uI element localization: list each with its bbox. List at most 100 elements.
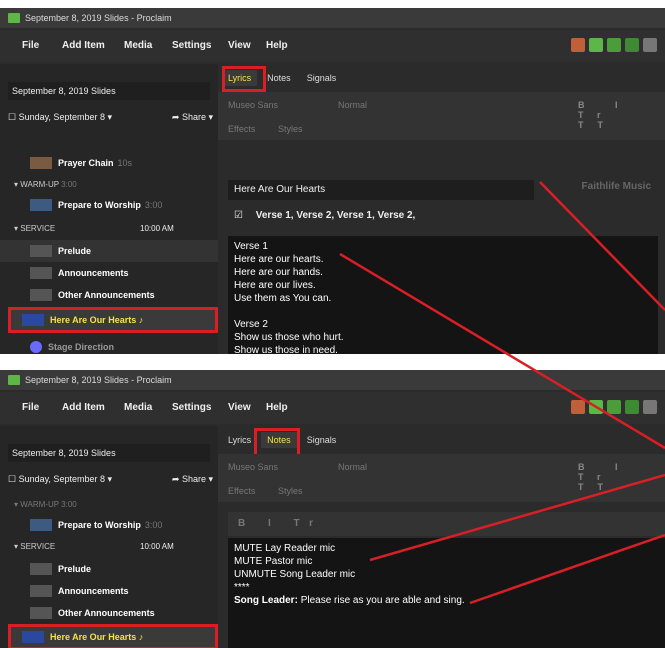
date-row: ☐ Sunday, September 8 ▾ ➦ Share ▾	[8, 474, 213, 485]
tab-notes[interactable]: Notes	[261, 70, 297, 86]
avatar[interactable]	[607, 38, 621, 52]
presentation-title[interactable]: September 8, 2019 Slides	[8, 444, 210, 462]
notes-screenshot: September 8, 2019 Slides - Proclaim File…	[0, 370, 665, 648]
menu-add-item[interactable]: Add Item	[62, 402, 105, 413]
presentation-title[interactable]: September 8, 2019 Slides	[8, 82, 210, 100]
user-avatars	[571, 38, 657, 52]
notes-format-bar[interactable]: B I Tr	[228, 512, 665, 536]
menu-help[interactable]: Help	[266, 40, 288, 51]
weight-select[interactable]: Normal	[338, 100, 367, 110]
menu-media[interactable]: Media	[124, 40, 152, 51]
item-thumbnail	[30, 267, 52, 279]
section-service[interactable]: ▾ SERVICE 10:00 AM	[0, 218, 218, 238]
note-line: Song Leader: Please rise as you are able…	[234, 594, 664, 607]
item-thumbnail	[22, 314, 44, 326]
menu-view[interactable]: View	[228, 40, 251, 51]
font-select[interactable]: Museo Sans	[228, 462, 278, 472]
lyrics-screenshot: September 8, 2019 Slides - Proclaim File…	[0, 8, 665, 354]
title-bar: September 8, 2019 Slides - Proclaim	[0, 370, 665, 390]
styles-dropdown[interactable]: Styles	[278, 486, 303, 496]
item-thumbnail	[30, 585, 52, 597]
menu-view[interactable]: View	[228, 402, 251, 413]
date-dropdown[interactable]: ☐ Sunday, September 8 ▾	[8, 474, 112, 485]
weight-select[interactable]: Normal	[338, 462, 367, 472]
avatar[interactable]	[643, 400, 657, 414]
song-leader-text: Please rise as you are able and sing.	[300, 595, 465, 606]
avatar[interactable]	[643, 38, 657, 52]
item-stage-direction[interactable]: Stage Direction	[0, 336, 218, 354]
lyric-line: Here are our hearts.	[234, 254, 324, 265]
lyrics-editor[interactable]: Verse 1 Here are our hearts. Here are ou…	[228, 236, 658, 354]
item-here-are-our-hearts[interactable]: Here Are Our Hearts ♪	[8, 307, 218, 333]
verse-order-checkbox[interactable]: ☑	[234, 210, 243, 221]
notes-editor[interactable]: MUTE Lay Reader mic MUTE Pastor mic UNMU…	[228, 538, 665, 648]
service-sidebar: September 8, 2019 Slides ☐ Sunday, Septe…	[0, 64, 218, 354]
tab-signals[interactable]: Signals	[301, 432, 343, 448]
stage-direction-icon	[30, 341, 42, 353]
faithlife-music-logo: Faithlife Music	[581, 181, 651, 192]
avatar[interactable]	[589, 400, 603, 414]
menu-settings[interactable]: Settings	[172, 40, 211, 51]
menu-help[interactable]: Help	[266, 402, 288, 413]
avatar[interactable]	[607, 400, 621, 414]
highlight-box	[222, 66, 266, 92]
menu-media[interactable]: Media	[124, 402, 152, 413]
avatar[interactable]	[625, 38, 639, 52]
item-thumbnail	[30, 519, 52, 531]
lyric-line: Show us those who hurt.	[234, 332, 344, 343]
verse-order-row: ☑ Verse 1, Verse 2, Verse 1, Verse 2,	[228, 206, 644, 226]
tab-lyrics[interactable]: Lyrics	[222, 432, 257, 448]
tab-signals[interactable]: Signals	[301, 70, 343, 86]
menu-settings[interactable]: Settings	[172, 402, 211, 413]
lyric-line: Use them as You can.	[234, 293, 332, 304]
section-service[interactable]: ▾ SERVICE 10:00 AM	[0, 536, 218, 556]
section-warmup[interactable]: ▾ WARM-UP 3:00	[0, 494, 218, 514]
section-warmup[interactable]: ▾ WARM-UP 3:00	[0, 174, 218, 194]
menu-bar: File Add Item Media Settings View Help	[0, 30, 665, 62]
lyric-line: Show us those in need.	[234, 345, 338, 354]
title-bar: September 8, 2019 Slides - Proclaim	[0, 8, 665, 28]
item-prepare-to-worship[interactable]: Prepare to Worship 3:00	[0, 514, 218, 536]
song-title-field[interactable]: Here Are Our Hearts	[228, 180, 534, 200]
effects-dropdown[interactable]: Effects	[228, 486, 255, 496]
avatar[interactable]	[571, 400, 585, 414]
item-announcements[interactable]: Announcements	[0, 580, 218, 602]
item-other-announcements[interactable]: Other Announcements	[0, 284, 218, 306]
user-avatars	[571, 400, 657, 414]
item-prelude[interactable]: Prelude	[0, 558, 218, 580]
avatar[interactable]	[625, 400, 639, 414]
menu-file[interactable]: File	[22, 40, 39, 51]
share-button[interactable]: ➦ Share ▾	[172, 112, 213, 123]
verse-order-field[interactable]: Verse 1, Verse 2, Verse 1, Verse 2,	[256, 210, 416, 221]
item-thumbnail	[30, 563, 52, 575]
avatar[interactable]	[589, 38, 603, 52]
date-dropdown[interactable]: ☐ Sunday, September 8 ▾	[8, 112, 112, 123]
item-here-are-our-hearts[interactable]: Here Are Our Hearts ♪	[8, 624, 218, 648]
format-buttons[interactable]: B I Tr TT	[578, 100, 665, 130]
menu-add-item[interactable]: Add Item	[62, 40, 105, 51]
proclaim-icon	[8, 375, 20, 385]
format-toolbar: Museo Sans Normal B I Tr TT Effects Styl…	[218, 454, 665, 502]
item-thumbnail	[30, 157, 52, 169]
song-leader-label: Song Leader:	[234, 595, 298, 606]
effects-dropdown[interactable]: Effects	[228, 124, 255, 134]
menu-file[interactable]: File	[22, 402, 39, 413]
lyric-line: Verse 2	[234, 319, 268, 330]
item-prayer-chain[interactable]: Prayer Chain 10s	[0, 152, 218, 174]
item-prelude[interactable]: Prelude	[0, 240, 218, 262]
note-line: UNMUTE Song Leader mic	[234, 569, 356, 580]
font-select[interactable]: Museo Sans	[228, 100, 278, 110]
lyric-line: Here are our lives.	[234, 280, 316, 291]
date-row: ☐ Sunday, September 8 ▾ ➦ Share ▾	[8, 112, 213, 123]
item-other-announcements[interactable]: Other Announcements	[0, 602, 218, 624]
item-prepare-to-worship[interactable]: Prepare to Worship 3:00	[0, 194, 218, 216]
lyric-line: Verse 1	[234, 241, 268, 252]
lyric-line: Here are our hands.	[234, 267, 323, 278]
styles-dropdown[interactable]: Styles	[278, 124, 303, 134]
share-button[interactable]: ➦ Share ▾	[172, 474, 213, 485]
item-announcements[interactable]: Announcements	[0, 262, 218, 284]
proclaim-icon	[8, 13, 20, 23]
menu-bar: File Add Item Media Settings View Help	[0, 392, 665, 424]
format-buttons[interactable]: B I Tr TT	[578, 462, 665, 492]
avatar[interactable]	[571, 38, 585, 52]
